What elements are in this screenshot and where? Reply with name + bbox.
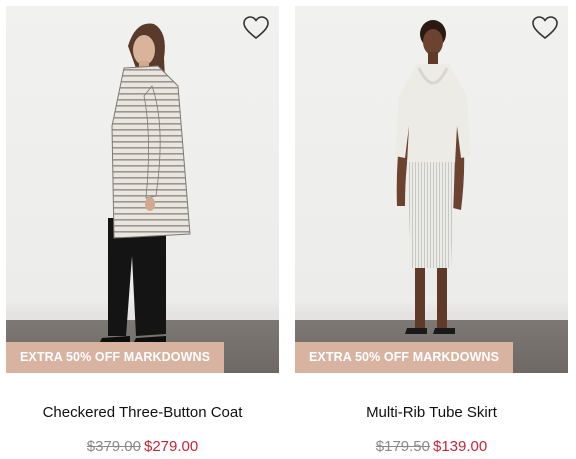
product-card[interactable]: EXTRA 50% OFF MARKDOWNS Checkered Three-…: [6, 6, 279, 455]
heart-outline-icon[interactable]: [243, 16, 269, 40]
heart-outline-icon[interactable]: [532, 16, 558, 40]
product-image[interactable]: EXTRA 50% OFF MARKDOWNS: [6, 6, 279, 373]
sale-price: $279.00: [144, 438, 199, 455]
product-price: $379.00 $279.00: [6, 438, 279, 455]
product-price: $179.50 $139.00: [295, 438, 568, 455]
original-price: $379.00: [86, 438, 141, 455]
product-image[interactable]: EXTRA 50% OFF MARKDOWNS: [295, 6, 568, 373]
product-card[interactable]: EXTRA 50% OFF MARKDOWNS Multi-Rib Tube S…: [295, 6, 568, 455]
original-price: $179.50: [375, 438, 430, 455]
promo-badge: EXTRA 50% OFF MARKDOWNS: [6, 342, 225, 373]
product-name[interactable]: Checkered Three-Button Coat: [6, 404, 279, 421]
promo-badge: EXTRA 50% OFF MARKDOWNS: [295, 342, 514, 373]
model-illustration: [395, 20, 471, 334]
sale-price: $139.00: [433, 438, 488, 455]
model-illustration: [100, 23, 191, 342]
product-name[interactable]: Multi-Rib Tube Skirt: [295, 404, 568, 421]
